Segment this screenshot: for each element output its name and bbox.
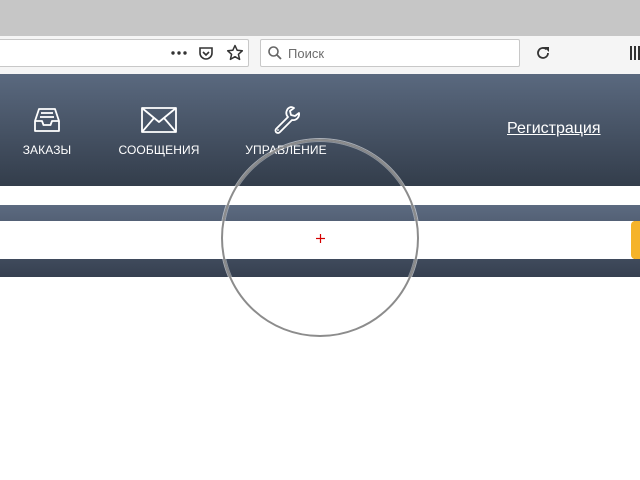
nav-item-label: ЗАКАЗЫ	[22, 143, 72, 157]
library-icon[interactable]	[626, 42, 640, 64]
search-icon	[267, 45, 283, 66]
wrench-icon	[240, 102, 332, 134]
browser-search-input[interactable]	[288, 43, 513, 63]
nav-item-orders[interactable]: ЗАКАЗЫ	[10, 102, 84, 157]
nav-item-messages[interactable]: СООБЩЕНИЯ	[110, 102, 208, 157]
browser-search-box[interactable]	[260, 39, 520, 67]
nav-item-label: СООБЩЕНИЯ	[118, 143, 200, 157]
register-link[interactable]: Регистрация	[507, 120, 601, 138]
reload-icon[interactable]	[532, 42, 554, 64]
inbox-tray-icon	[10, 102, 84, 134]
crosshair-icon	[316, 234, 325, 243]
bookmark-star-icon[interactable]	[224, 42, 246, 64]
more-dots-icon[interactable]	[168, 42, 190, 64]
page-actions	[168, 42, 248, 64]
pocket-icon[interactable]	[195, 42, 217, 64]
browser-tab-strip	[0, 0, 640, 36]
browser-toolbar	[0, 36, 640, 75]
search-submit-button[interactable]	[631, 221, 640, 259]
envelope-icon	[110, 102, 208, 134]
